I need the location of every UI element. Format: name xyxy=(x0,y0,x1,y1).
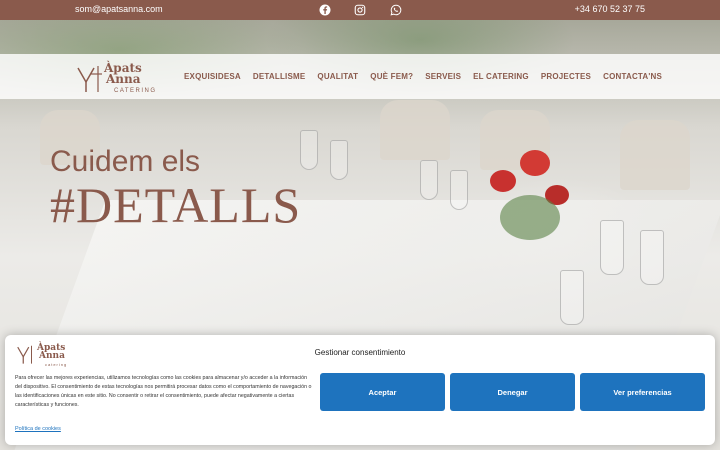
nav-item-detallisme[interactable]: DETALLISME xyxy=(253,72,306,81)
email-link[interactable]: som@apatsanna.com xyxy=(75,4,163,14)
cookie-consent-banner: Àpats Anna catering Gestionar consentimi… xyxy=(5,335,715,445)
nav-item-que-fem[interactable]: QUÈ FEM? xyxy=(370,72,413,81)
nav-item-exquisidesa[interactable]: EXQUISIDESA xyxy=(184,72,241,81)
nav-item-el-catering[interactable]: EL CATERING xyxy=(473,72,529,81)
nav-item-projectes[interactable]: PROJECTES xyxy=(541,72,591,81)
logo-subtitle: CATERING xyxy=(114,88,157,94)
accept-button[interactable]: Aceptar xyxy=(320,373,445,411)
cookie-logo-subtitle: catering xyxy=(45,362,68,367)
preferences-button[interactable]: Ver preferencias xyxy=(580,373,705,411)
whatsapp-icon[interactable] xyxy=(389,3,403,17)
hero-subheadline: #DETALLS xyxy=(50,177,302,233)
facebook-icon[interactable] xyxy=(318,3,332,17)
cookie-description: Para ofrecer las mejores experiencias, u… xyxy=(15,375,312,408)
site-header: Àpats Anna CATERING EXQUISIDESA DETALLIS… xyxy=(0,54,720,99)
nav-item-qualitat[interactable]: QUALITAT xyxy=(317,72,358,81)
logo-text: Àpats Anna xyxy=(104,61,142,86)
cookie-title: Gestionar consentimiento xyxy=(314,348,406,357)
cookie-policy-link[interactable]: Política de cookies xyxy=(15,426,61,432)
nav-item-contactans[interactable]: CONTACTA'NS xyxy=(603,72,662,81)
hero-headline: Cuidem els xyxy=(50,145,201,178)
deny-button[interactable]: Denegar xyxy=(450,373,575,411)
instagram-icon[interactable] xyxy=(353,3,367,17)
site-logo[interactable]: Àpats Anna CATERING xyxy=(74,62,160,94)
phone-link[interactable]: +34 670 52 37 75 xyxy=(575,4,645,14)
nav-item-serveis[interactable]: SERVEIS xyxy=(425,72,461,81)
top-bar: som@apatsanna.com +34 670 52 37 75 xyxy=(0,0,720,20)
main-nav: EXQUISIDESA DETALLISME QUALITAT QUÈ FEM?… xyxy=(184,72,674,81)
logo-mark-icon xyxy=(77,66,102,92)
